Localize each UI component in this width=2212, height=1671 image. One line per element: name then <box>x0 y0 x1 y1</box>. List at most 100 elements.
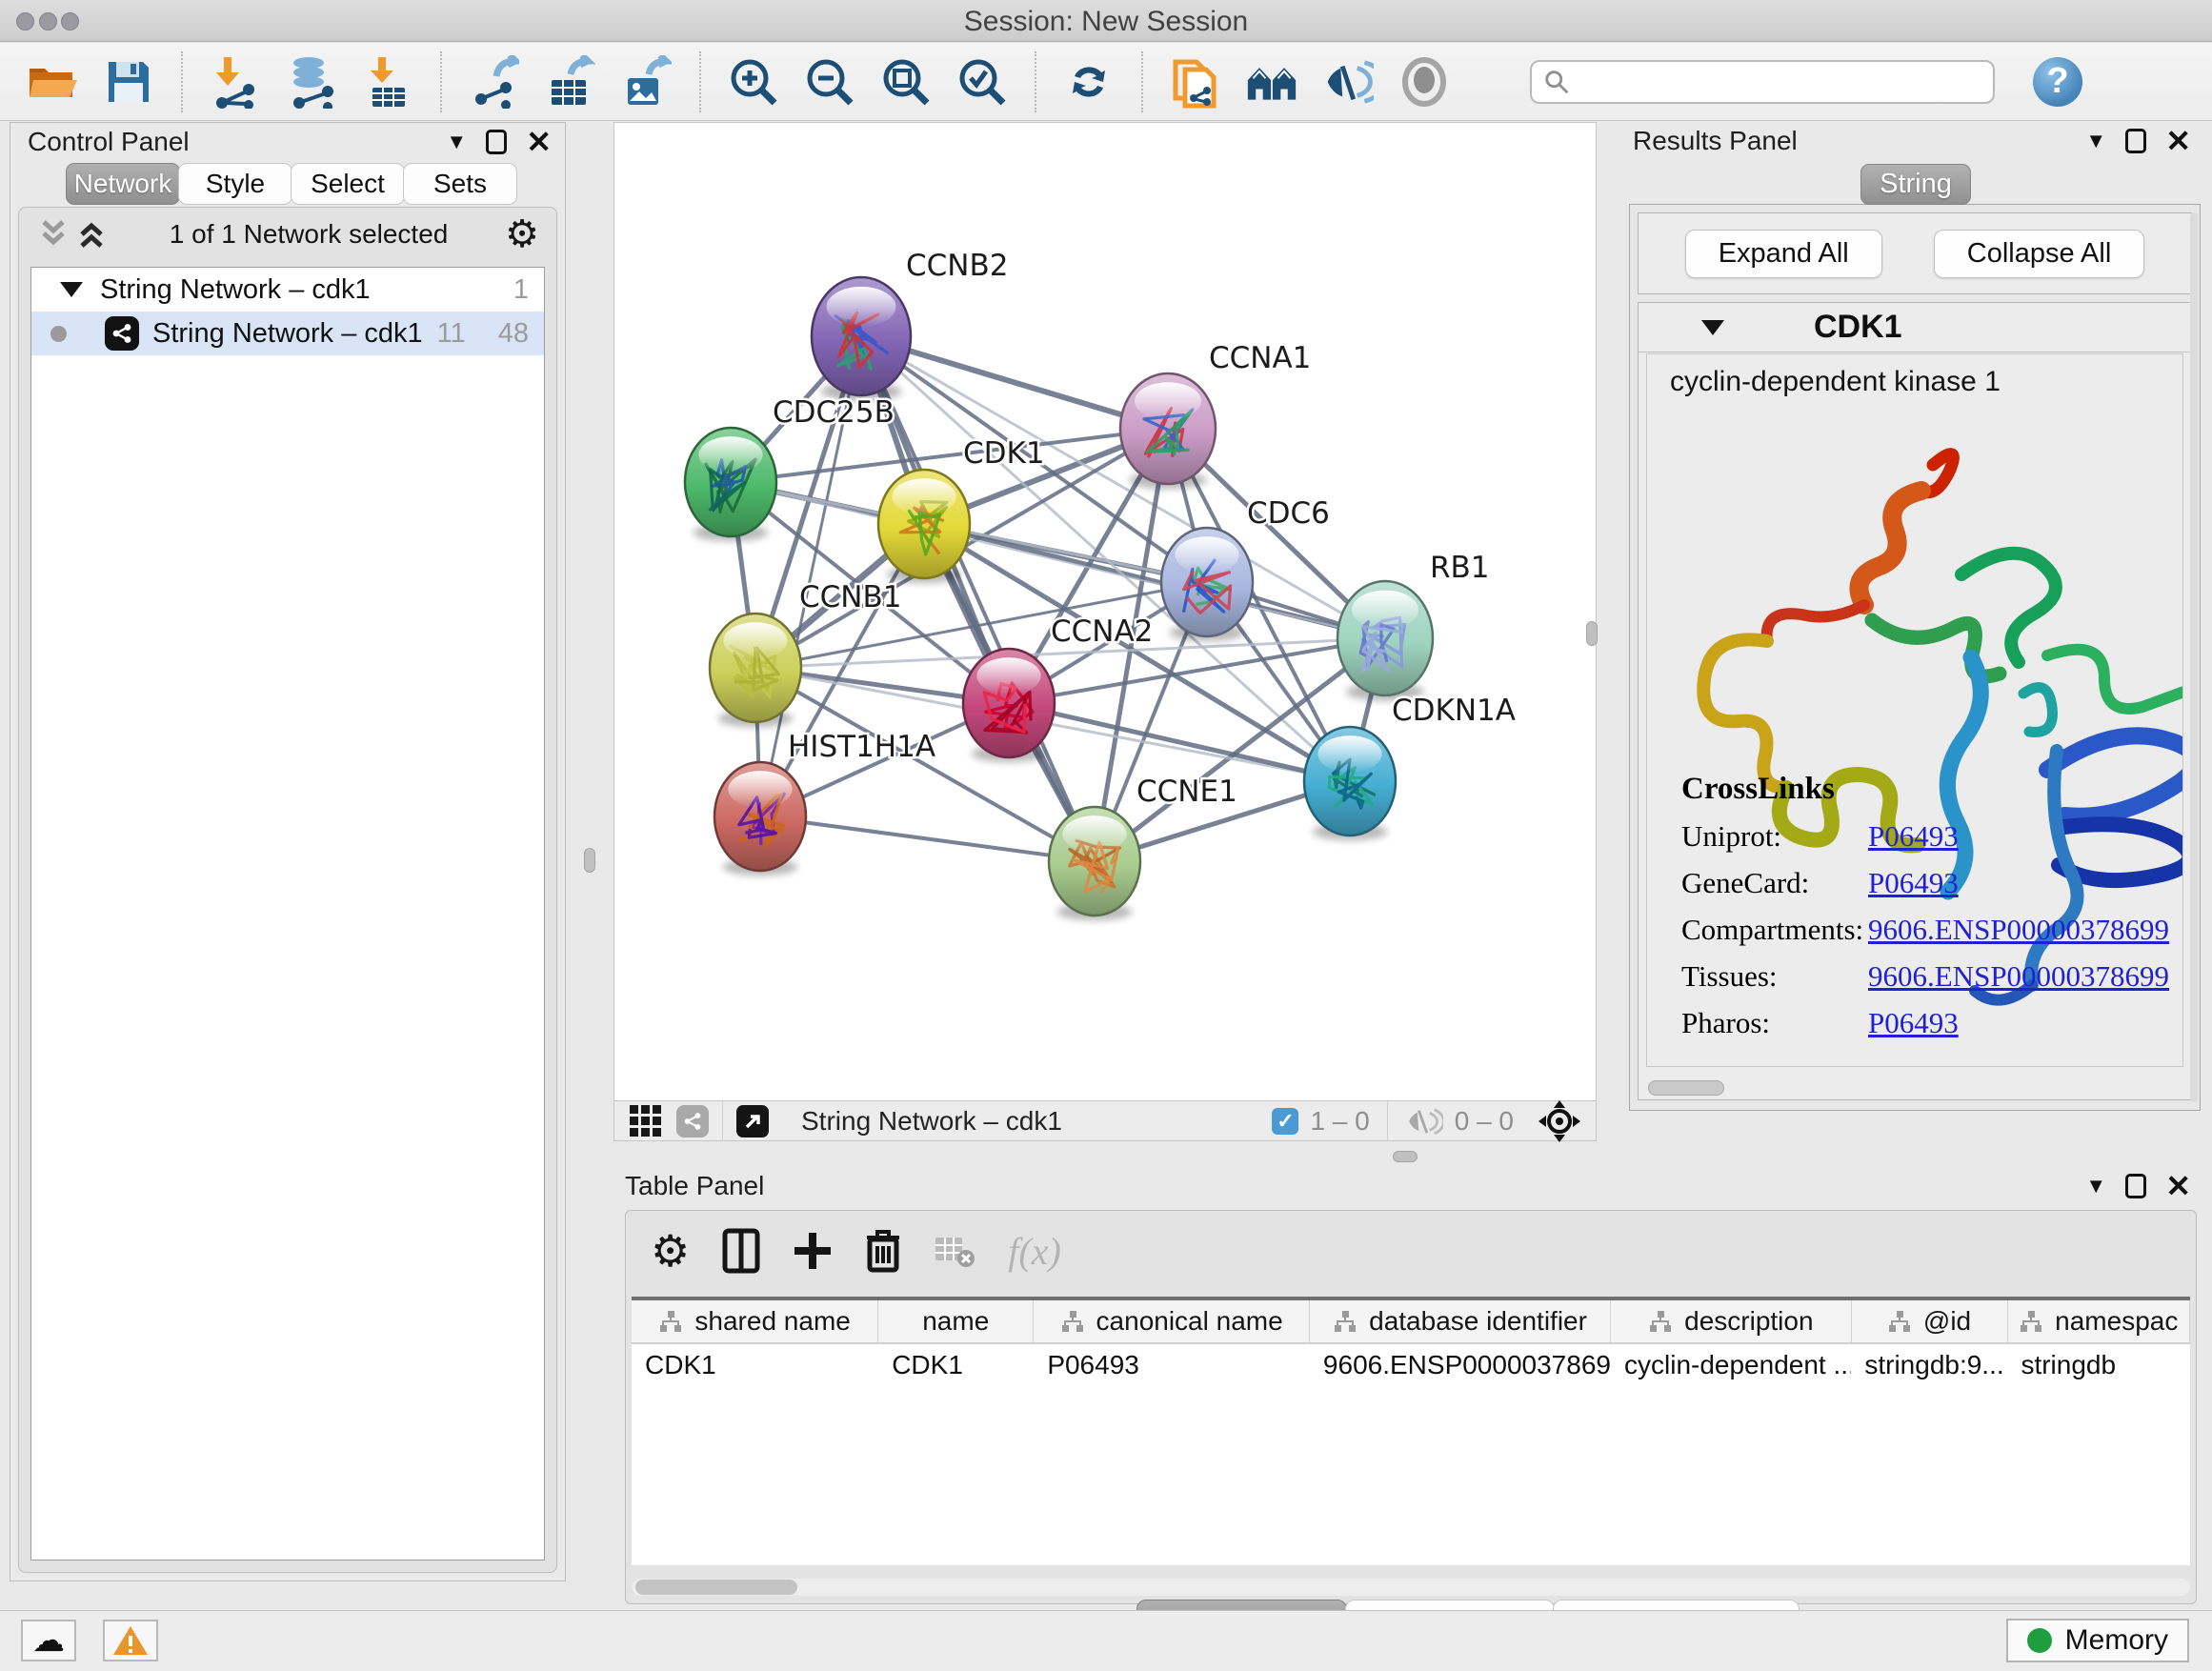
network-view-canvas[interactable]: CCNB2CCNA1CDC25BCDK1CDC6RB1CCNB1CCNA2CDK… <box>613 122 1597 1101</box>
panel-menu-icon[interactable]: ▼ <box>2085 131 2106 151</box>
gene-card-hscrollbar[interactable] <box>1648 1080 1724 1096</box>
column-header-label: description <box>1684 1306 1813 1337</box>
import-table-icon[interactable] <box>362 56 413 108</box>
delete-column-icon[interactable] <box>865 1228 901 1274</box>
tab-network[interactable]: Network <box>66 163 180 205</box>
table-cell[interactable]: stringdb <box>2007 1344 2190 1388</box>
float-panel-icon[interactable] <box>2125 129 2146 153</box>
crosslink-link[interactable]: 9606.ENSP00000378699 <box>1868 913 2169 947</box>
node-HIST1H1A[interactable] <box>714 762 806 876</box>
node-CCNE1[interactable] <box>1049 807 1140 920</box>
show-network-grid-icon[interactable] <box>630 1105 661 1137</box>
node-CCNA2[interactable] <box>963 649 1055 762</box>
edge-CCNA2-CDKN1A[interactable] <box>1009 703 1350 781</box>
export-table-icon[interactable] <box>545 56 596 108</box>
export-image-icon[interactable] <box>621 56 673 108</box>
node-CCNB2[interactable] <box>812 277 911 401</box>
float-panel-icon[interactable] <box>486 130 507 154</box>
open-session-icon[interactable] <box>27 56 78 108</box>
table-row[interactable]: CDK1CDK1P064939606.ENSP00000378699cyclin… <box>632 1344 2190 1388</box>
table-cell[interactable]: 9606.ENSP00000378699 <box>1310 1344 1611 1388</box>
network-icon <box>105 316 139 351</box>
import-network-from-database-icon[interactable] <box>286 56 337 108</box>
results-scrollbar[interactable] <box>2190 212 2198 1102</box>
memory-button[interactable]: Memory <box>2006 1619 2189 1662</box>
save-session-icon[interactable] <box>103 56 154 108</box>
panel-menu-icon[interactable]: ▼ <box>2085 1176 2106 1197</box>
edge-HIST1H1A-CCNE1[interactable] <box>760 816 1095 861</box>
import-network-icon[interactable] <box>210 56 261 108</box>
navigator-crosshair-icon[interactable] <box>1538 1100 1580 1142</box>
right-splitter-handle[interactable] <box>1586 621 1598 646</box>
create-column-icon[interactable] <box>793 1231 833 1271</box>
zoom-out-icon[interactable] <box>804 56 855 108</box>
table-cell[interactable]: cyclin-dependent ... <box>1611 1344 1851 1388</box>
table-hscrollbar-thumb[interactable] <box>635 1580 797 1595</box>
search-input[interactable] <box>1530 60 1995 104</box>
tab-select[interactable]: Select <box>291 163 405 205</box>
table-cell[interactable]: CDK1 <box>878 1344 1034 1388</box>
tab-string[interactable]: String <box>1860 164 1971 205</box>
node-CDKN1A[interactable] <box>1304 727 1396 840</box>
selected-nodes-checkbox-icon[interactable]: ✓ <box>1272 1108 1298 1135</box>
network-collection-row[interactable]: String Network – cdk1 1 <box>31 268 544 312</box>
panel-menu-icon[interactable]: ▼ <box>446 131 467 152</box>
crosslink-link[interactable]: P06493 <box>1868 866 1959 900</box>
hide-graphics-details-icon[interactable] <box>1322 56 1374 108</box>
network-options-gear-icon[interactable]: ⚙ <box>505 215 539 253</box>
birds-eye-view-icon[interactable] <box>1398 56 1450 108</box>
zoom-selected-icon[interactable] <box>956 56 1008 108</box>
collapse-all-networks-icon[interactable] <box>36 218 74 251</box>
node-CCNA1[interactable] <box>1120 373 1216 489</box>
network-row[interactable]: String Network – cdk1 11 48 <box>31 312 544 355</box>
table-options-gear-icon[interactable]: ⚙ <box>651 1229 690 1273</box>
table-cell[interactable]: stringdb:9... <box>1851 1344 2007 1388</box>
close-panel-icon[interactable]: ✕ <box>526 127 552 157</box>
expand-all-networks-icon[interactable] <box>74 218 112 251</box>
float-panel-icon[interactable] <box>2125 1174 2146 1198</box>
node-RB1[interactable] <box>1337 581 1433 701</box>
tab-sets[interactable]: Sets <box>403 163 517 205</box>
help-icon[interactable]: ? <box>2033 57 2082 107</box>
tab-style[interactable]: Style <box>178 163 292 205</box>
search-field[interactable] <box>1570 66 1981 97</box>
gene-expand-icon[interactable] <box>1701 320 1724 335</box>
collapse-all-button[interactable]: Collapse All <box>1934 230 2145 278</box>
column-header-label: name <box>922 1306 989 1337</box>
zoom-in-icon[interactable] <box>728 56 779 108</box>
clone-network-icon[interactable] <box>1170 56 1221 108</box>
zoom-fit-icon[interactable] <box>880 56 932 108</box>
crosslink-link[interactable]: P06493 <box>1868 1006 1959 1040</box>
network-view-icon[interactable] <box>676 1105 709 1137</box>
column-header-description[interactable]: description <box>1611 1300 1851 1342</box>
show-columns-icon[interactable] <box>722 1228 760 1274</box>
table-cell[interactable]: P06493 <box>1034 1344 1310 1388</box>
bottom-splitter-handle[interactable] <box>1393 1151 1418 1162</box>
expand-all-button[interactable]: Expand All <box>1685 230 1882 278</box>
node-CDC25B[interactable] <box>685 428 776 541</box>
table-hscrollbar[interactable] <box>632 1579 2190 1596</box>
first-neighbors-icon[interactable] <box>1246 56 1297 108</box>
crosslink-link[interactable]: 9606.ENSP00000378699 <box>1868 959 2169 994</box>
column-header--id[interactable]: @id <box>1852 1300 2008 1342</box>
gene-card-header[interactable]: CDK1 <box>1639 303 2191 352</box>
detach-view-icon[interactable] <box>736 1105 769 1137</box>
column-header-namespac[interactable]: namespac <box>2008 1300 2190 1342</box>
column-header-database-identifier[interactable]: database identifier <box>1310 1300 1611 1342</box>
crosslink-link[interactable]: P06493 <box>1868 819 1959 854</box>
crosslinks-section: CrossLinks Uniprot:P06493GeneCard:P06493… <box>1681 772 2169 1040</box>
node-CCNB1[interactable] <box>710 614 801 727</box>
table-cell[interactable]: CDK1 <box>632 1344 878 1388</box>
left-splitter-handle[interactable] <box>584 848 595 873</box>
column-header-shared-name[interactable]: shared name <box>632 1300 878 1342</box>
column-header-name[interactable]: name <box>878 1300 1034 1342</box>
column-header-canonical-name[interactable]: canonical name <box>1034 1300 1310 1342</box>
node-table[interactable]: shared name name canonical namedatabase id… <box>632 1297 2190 1565</box>
cloud-status-button[interactable]: ☁ <box>21 1620 76 1661</box>
warnings-button[interactable] <box>103 1620 158 1661</box>
export-network-icon[interactable] <box>469 56 520 108</box>
refresh-icon[interactable] <box>1063 56 1115 108</box>
close-panel-icon[interactable]: ✕ <box>2165 126 2191 156</box>
collection-expand-icon[interactable] <box>60 282 83 297</box>
close-panel-icon[interactable]: ✕ <box>2165 1171 2191 1201</box>
